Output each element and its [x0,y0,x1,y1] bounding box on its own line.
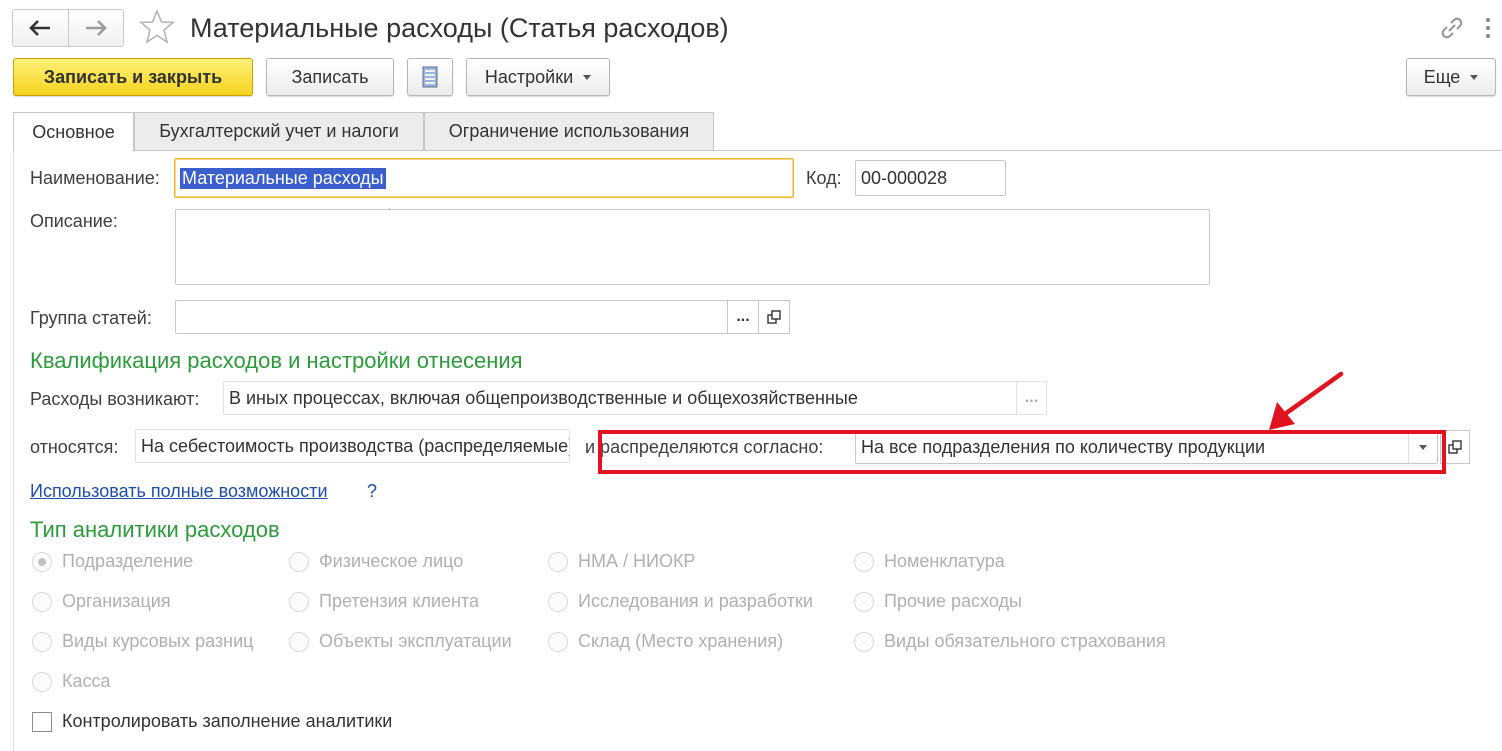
link-icon[interactable] [1438,14,1466,42]
radio-label: Склад (Место хранения) [578,631,784,651]
radio-button[interactable] [289,551,309,572]
arise-select-button[interactable]: ... [1016,381,1047,415]
arise-label: Расходы возникают: [30,389,200,409]
radio-label: Объекты эксплуатации [319,631,512,651]
radio-button[interactable] [32,591,52,612]
name-label: Наименование: [30,168,160,188]
radio-button[interactable] [548,631,568,652]
name-value: Материальные расходы [180,167,386,189]
radio-option[interactable]: Объекты эксплуатации [289,631,512,652]
radio-label: Касса [62,671,111,691]
window-title: Материальные расходы (Статья расходов) [190,13,729,43]
radio-option[interactable]: НМА / НИОКР [548,551,695,572]
radio-button[interactable] [32,671,52,692]
open-window-icon [767,310,781,324]
radio-button[interactable] [854,591,874,612]
arise-field[interactable]: В иных процессах, включая общепроизводст… [223,381,1017,415]
code-value: 00-000028 [861,167,948,188]
help-icon[interactable]: ? [367,481,377,502]
chevron-down-icon [1470,74,1479,80]
radio-option[interactable]: Организация [32,591,171,612]
radio-option[interactable]: Физическое лицо [289,551,463,572]
group-field[interactable] [175,300,728,334]
radio-button[interactable] [548,591,568,612]
radio-button-selected[interactable] [32,551,52,572]
radio-label: Виды обязательного страхования [884,631,1166,651]
full-features-link[interactable]: Использовать полные возможности [30,481,328,502]
more-dropdown[interactable]: Еще [1406,58,1496,96]
settings-label: Настройки [484,66,574,87]
save-and-close-button[interactable]: Записать и закрыть [13,58,253,96]
save-button[interactable]: Записать [266,58,394,96]
forward-button[interactable] [67,10,124,46]
code-field[interactable]: 00-000028 [855,160,1006,196]
radio-option[interactable]: Склад (Место хранения) [548,631,783,652]
radio-button[interactable] [854,631,874,652]
qualification-section-title: Квалификация расходов и настройки отнесе… [30,348,523,373]
arrow-right-icon [85,20,107,36]
back-button[interactable] [13,10,68,46]
radio-label: Физическое лицо [319,551,464,571]
arrow-left-icon [29,20,51,36]
radio-button[interactable] [548,551,568,572]
control-analytics-label: Контролировать заполнение аналитики [62,711,393,731]
radio-option[interactable]: Претензия клиента [289,591,479,612]
content-border [13,150,14,751]
group-label: Группа статей: [30,308,152,328]
group-open-button[interactable] [758,300,790,334]
radio-option[interactable]: Виды обязательного страхования [854,631,1166,652]
radio-label: Исследования и разработки [578,591,813,611]
chevron-down-icon [583,74,592,80]
favorite-star-icon[interactable] [138,8,176,46]
radio-button[interactable] [289,631,309,652]
radio-label: НМА / НИОКР [578,551,696,571]
radio-label: Прочие расходы [884,591,1022,611]
radio-label: Виды курсовых разниц [62,631,254,651]
radio-button[interactable] [32,631,52,652]
analytics-section-title: Тип аналитики расходов [30,517,280,542]
radio-option[interactable]: Прочие расходы [854,591,1022,612]
tab-main[interactable]: Основное [13,112,134,152]
radio-option[interactable]: Подразделение [32,551,193,572]
tab-accounting-taxes[interactable]: Бухгалтерский учет и налоги [134,112,424,150]
control-analytics-checkbox[interactable] [32,711,52,732]
relate-value: На себестоимость производства (распредел… [141,435,570,456]
radio-label: Номенклатура [884,551,1005,571]
tab-usage-restriction[interactable]: Ограничение использования [424,112,714,150]
radio-option[interactable]: Номенклатура [854,551,1005,572]
arise-value: В иных процессах, включая общепроизводст… [229,387,858,408]
relate-field[interactable]: На себестоимость производства (распредел… [135,429,570,463]
radio-button[interactable] [289,591,309,612]
settings-dropdown[interactable]: Настройки [466,58,610,96]
radio-option[interactable]: Виды курсовых разниц [32,631,253,652]
code-label: Код: [806,168,842,188]
control-analytics-option[interactable]: Контролировать заполнение аналитики [32,711,392,732]
radio-label: Подразделение [62,551,194,571]
group-select-button[interactable]: ... [727,300,759,334]
more-label: Еще [1423,66,1461,87]
name-field[interactable]: Материальные расходы [174,158,794,198]
radio-button[interactable] [854,551,874,572]
report-button[interactable] [407,58,453,96]
open-window-icon [1448,440,1462,454]
navigation-buttons [12,9,124,47]
description-field[interactable] [175,209,1210,285]
relate-label: относятся: [30,437,119,457]
radio-label: Претензия клиента [319,591,480,611]
radio-option[interactable]: Исследования и разработки [548,591,813,612]
description-label: Описание: [30,211,118,231]
vertical-dots-icon[interactable] [1480,14,1496,42]
radio-option[interactable]: Касса [32,671,111,692]
tab-divider [134,150,1502,151]
annotation-arrow-icon [1269,371,1344,430]
document-list-icon [422,66,438,88]
radio-label: Организация [62,591,171,611]
